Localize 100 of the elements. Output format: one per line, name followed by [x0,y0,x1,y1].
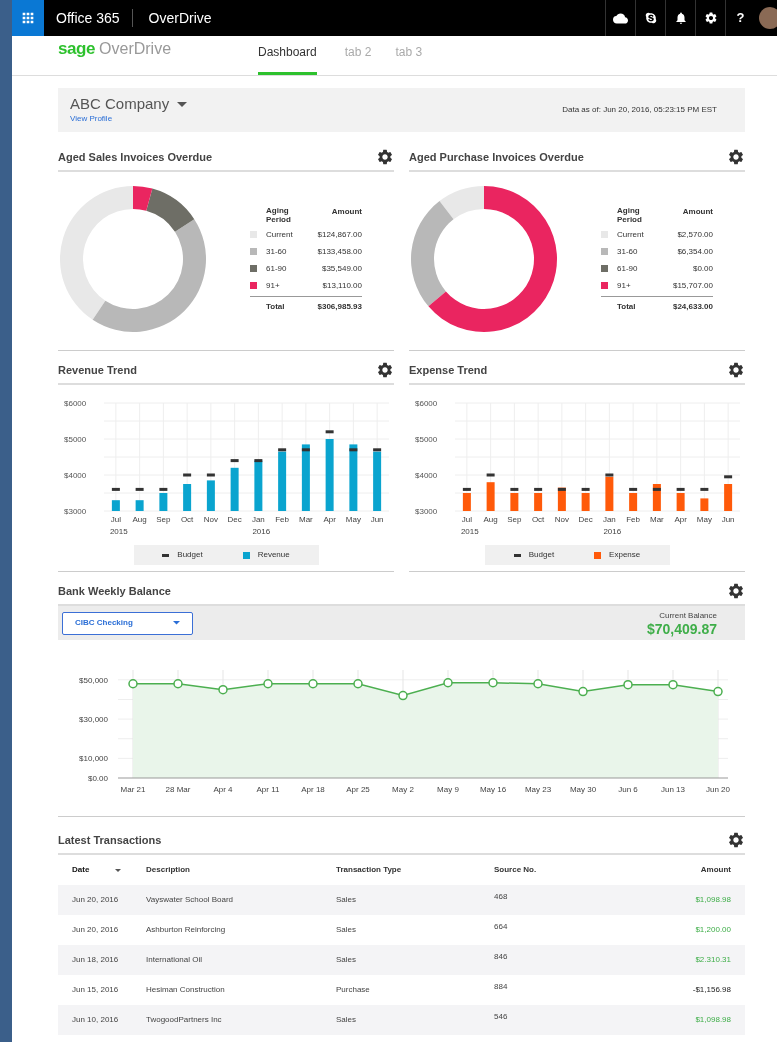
table-cell-text: 546 [494,1011,509,1023]
axis-label: $10,000 [79,754,108,764]
axis-label: $4000 [63,471,86,480]
axis-label: Oct [531,515,544,524]
legend-amount: $2,570.00 [677,228,713,241]
axis-label: May 16 [479,785,507,794]
column-header[interactable]: Description [146,864,190,876]
table-cell-text: $1,098.98 [694,894,731,906]
axis-label: Nov [554,515,569,524]
help-button[interactable]: ? [725,0,755,36]
table-cell-text: Jun 20, 2016 [72,894,120,906]
table-cell-text: Jun 15, 2016 [72,984,120,996]
caret-icon [173,621,180,625]
budget-marker [348,448,357,452]
view-profile-link[interactable]: View Profile [70,113,188,125]
table-cell-text: -$1,156.98 [691,984,731,996]
table-row[interactable]: Jun 10, 2016 TwogoodPartners Inc Sales 546 $1,098.98 [58,1005,745,1035]
data-point [353,679,363,689]
axis-label: Mar 21 [120,785,146,794]
panel-title: Aged Purchase Invoices Overdue [409,149,584,165]
budget-marker [158,487,167,491]
settings-icon[interactable] [727,361,745,379]
table-cell-text: TwogoodPartners Inc [146,1014,223,1026]
bar [301,444,310,511]
settings-icon[interactable] [727,831,745,849]
axis-label: 2015 [109,527,128,536]
budget-marker [652,487,661,491]
tab[interactable]: Dashboard [258,43,317,75]
budget-marker [628,487,637,491]
legend-label: 61-90 [617,262,638,275]
data-point [533,679,543,689]
table-cell-text: Purchase [336,984,371,996]
budget-marker [676,487,685,491]
avatar[interactable] [759,7,777,29]
bar [206,480,215,511]
data-point [623,680,633,690]
budget-marker [604,473,613,477]
panel-title: Revenue Trend [58,362,137,378]
table-row[interactable]: Jun 20, 2016 Vayswater School Board Sales 468 $1,098.98 [58,885,745,915]
app-launcher-button[interactable] [12,0,44,36]
settings-icon[interactable] [376,361,394,379]
table-cell-text: 468 [494,891,509,903]
data-point [308,679,318,689]
bar [182,484,191,511]
suite-name[interactable]: Office 365 [44,9,133,27]
bar [111,500,120,511]
account-dropdown[interactable]: CIBC Checking [62,611,193,635]
bar [723,484,732,511]
legend-label: 91+ [617,279,631,292]
axis-label: Sep [155,515,170,524]
axis-label: Apr [322,515,336,524]
axis-label: May 30 [569,785,597,794]
data-point [488,678,498,688]
table-cell-text: Sales [336,894,357,906]
app-name[interactable]: OverDrive [132,7,228,29]
bar [676,493,685,511]
column-header[interactable]: Amount [700,864,731,876]
legend-amount: $0.00 [692,262,713,275]
axis-label: Apr 25 [346,785,370,794]
bar [230,467,239,511]
budget-marker [533,487,542,491]
bar [581,493,590,511]
column-header: Aging Period [617,205,643,224]
axis-label: Mar [298,515,313,524]
legend-label: Revenue [257,549,290,561]
axis-label: May 2 [392,785,414,794]
bar [277,451,286,511]
data-point [218,684,228,695]
budget-marker [699,487,708,491]
column-header[interactable]: Transaction Type [336,864,402,876]
budget-marker [277,448,286,452]
settings-icon[interactable] [376,148,394,166]
product-name: OverDrive [99,38,172,59]
column-header[interactable]: Source No. [494,864,537,876]
settings-icon[interactable] [727,148,745,166]
bar [325,439,334,511]
axis-label: Aug [132,515,147,524]
legend-label: 91+ [266,279,280,292]
axis-label: $6000 [414,399,437,408]
axis-label: $3000 [63,507,86,516]
skype-icon [644,12,657,24]
table-cell-text: International Oil [146,954,204,966]
caret-icon [177,101,188,107]
bar [462,493,471,511]
settings-icon[interactable] [727,582,745,600]
company-dropdown[interactable]: ABC Company [70,95,188,113]
caret-icon [115,868,122,872]
budget-marker [372,448,381,452]
panel-title: Expense Trend [409,362,488,378]
bar [348,444,357,511]
bar [253,460,262,511]
column-header[interactable]: Date [72,864,90,876]
table-cell-text: $1,098.98 [694,1014,731,1026]
balance-amount: $70,409.87 [646,621,717,637]
table-row[interactable]: Jun 18, 2016 International Oil Sales 846 $2.310.31 [58,945,745,975]
axis-label: Jan [602,515,616,524]
legend-amount: $15,707.00 [672,279,713,292]
legend-amount: $133,458.00 [317,245,362,258]
table-cell-text: $1,200.00 [694,924,731,936]
bar [628,493,637,511]
